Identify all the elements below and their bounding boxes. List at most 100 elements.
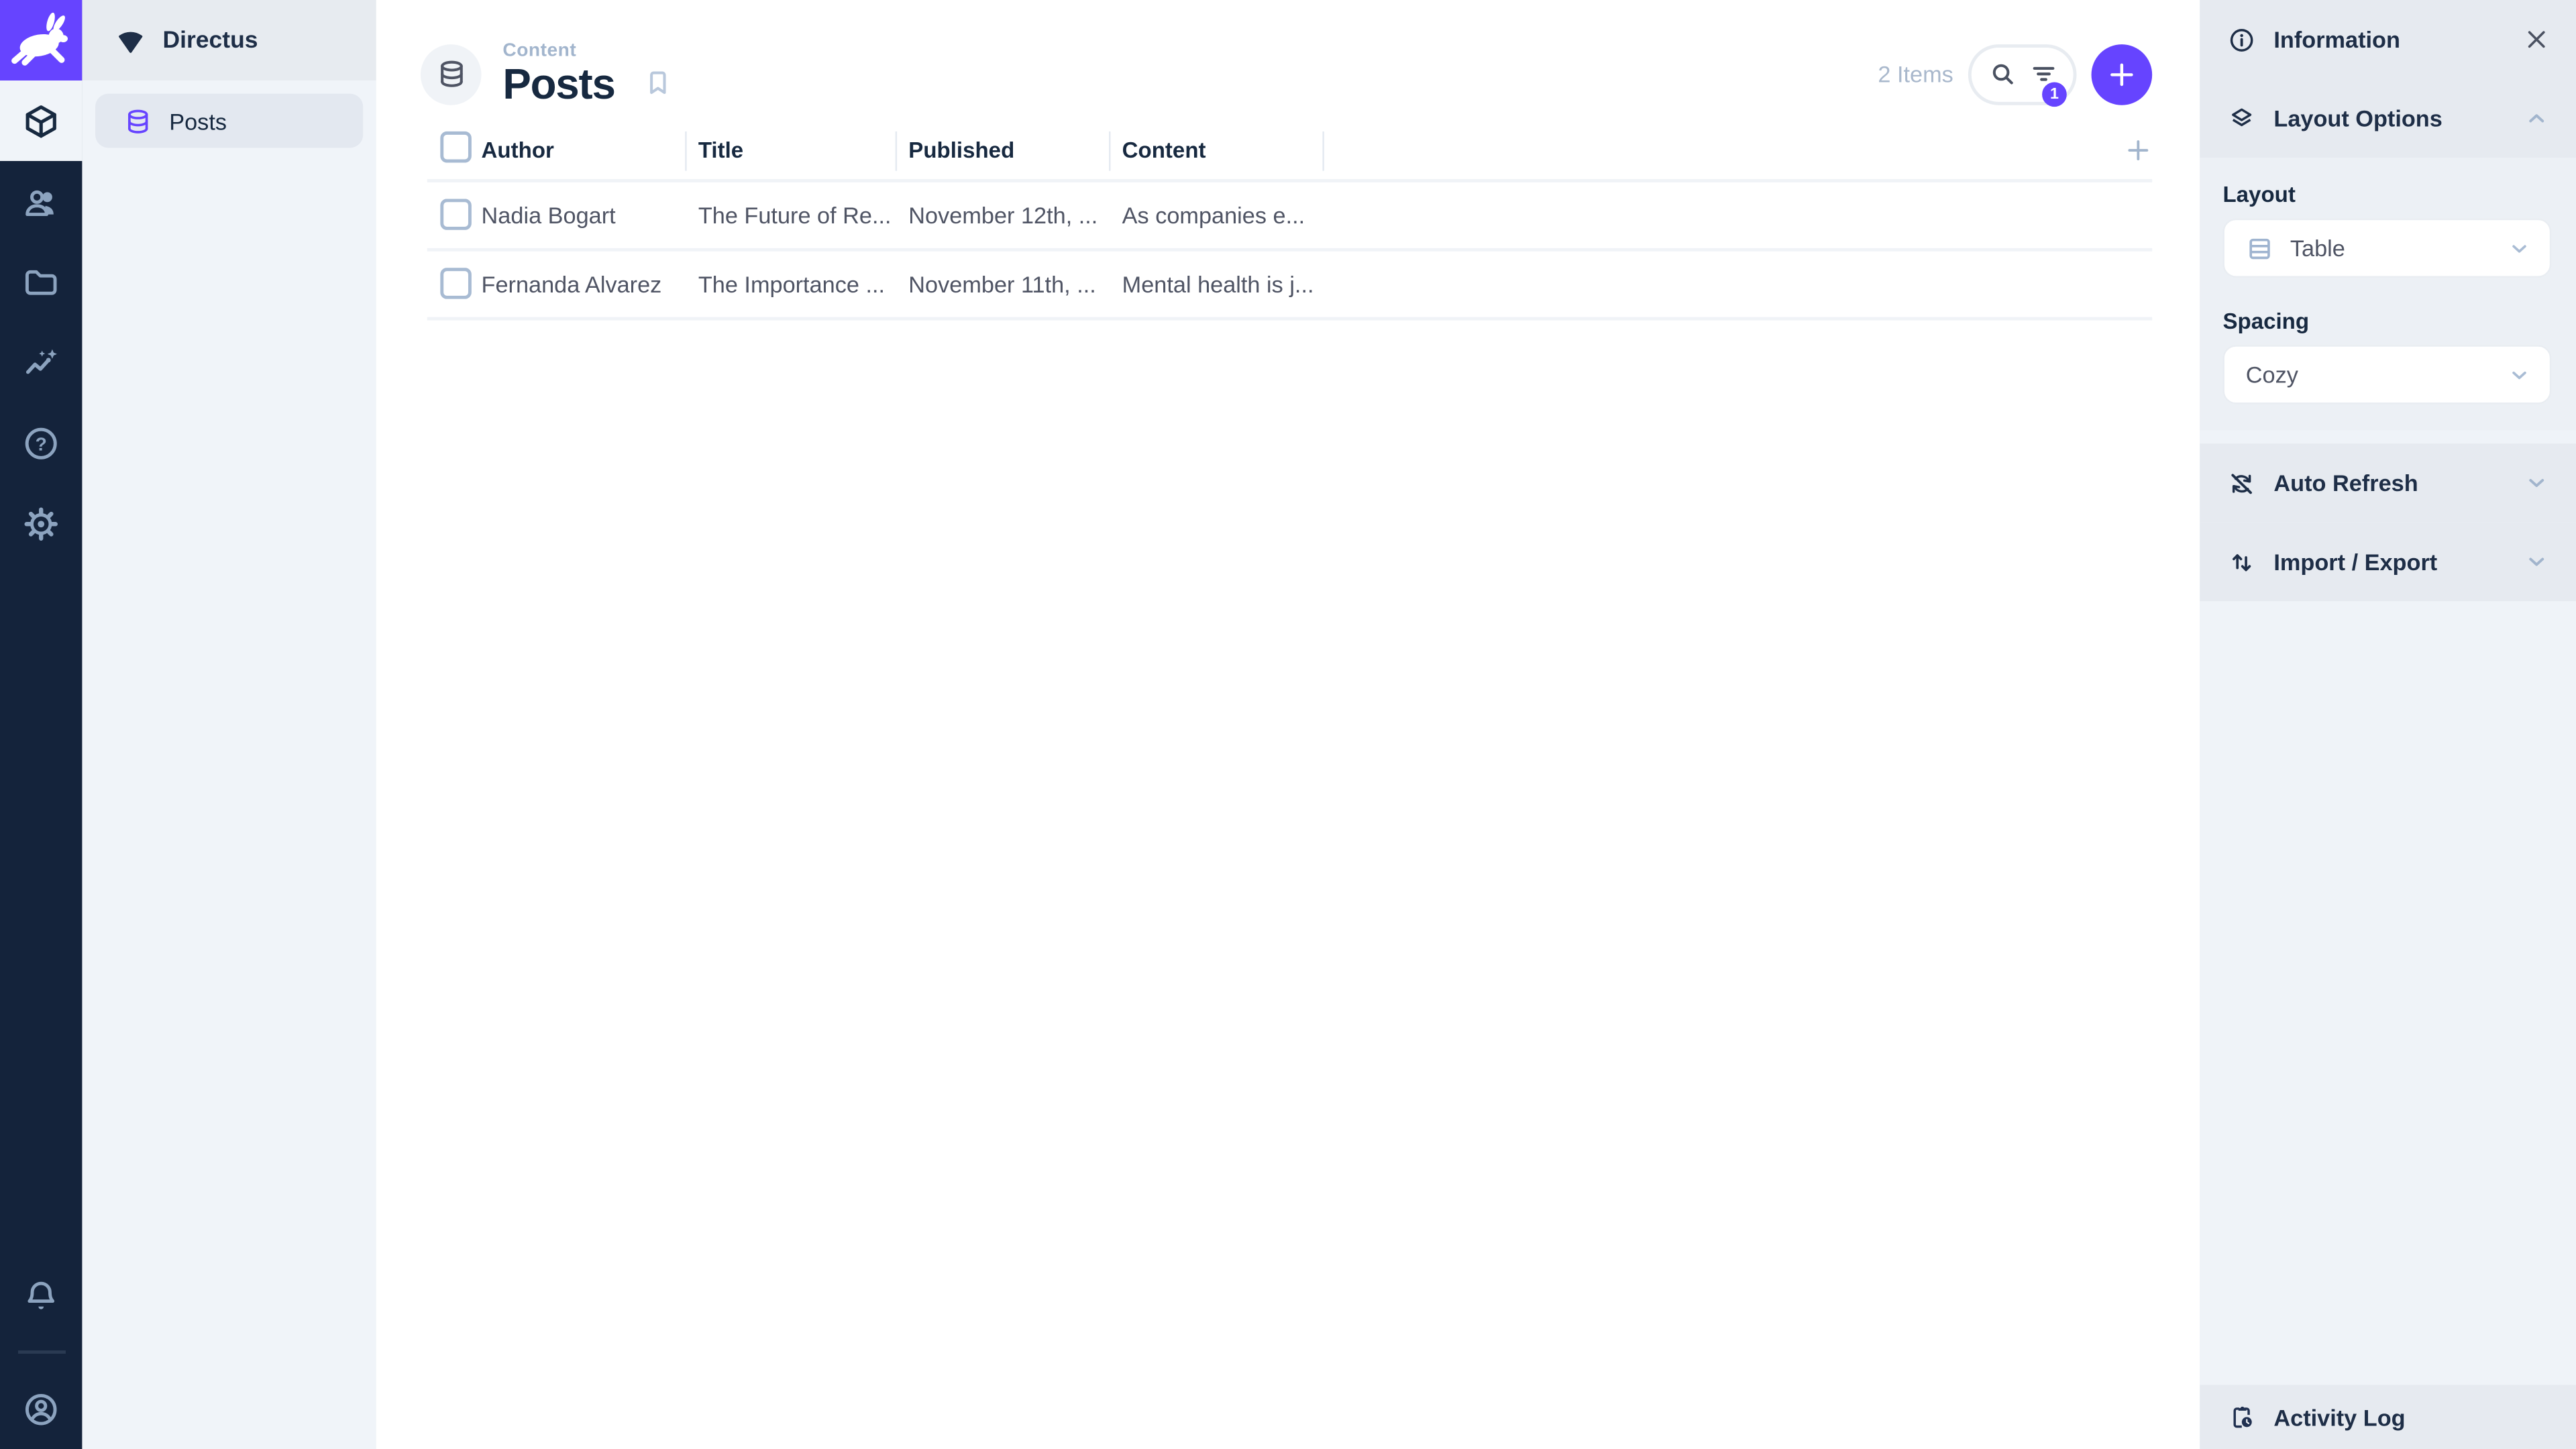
gear-icon [24,506,58,540]
module-bar-divider [17,1350,65,1354]
chevron-down-icon [2512,244,2526,252]
layout-field-label: Layout [2222,182,2296,207]
layout-select[interactable]: Table [2222,218,2552,278]
info-icon [2230,28,2253,51]
module-bar-spacer [0,564,82,1255]
table-header-row: Author Title Published Content [427,123,2152,178]
spacing-select[interactable]: Cozy [2222,345,2552,405]
cell-content: Mental health is j... [1122,270,1314,297]
cell-author: Nadia Bogart [481,201,616,228]
users-icon [25,189,54,215]
info-sidebar: Information Layout Options Layout Table … [2200,0,2576,1449]
module-settings[interactable] [0,483,82,564]
directus-logo[interactable] [0,0,83,81]
header-actions: 2 Items 1 [1878,44,2153,107]
help-icon: ? [25,427,57,459]
main-content: Content Posts 2 Items 1 Author Title Pub… [376,0,2200,1449]
chevron-down-icon [2512,370,2526,379]
chevron-down-icon [2529,478,2544,488]
spacing-field-label: Spacing [2222,309,2310,334]
add-column-button[interactable] [2125,136,2153,164]
page-title: Posts [502,59,616,109]
sidebar-filler [2200,601,2576,1385]
import-export-icon [2233,553,2251,571]
column-header-content[interactable]: Content [1109,130,1324,170]
table-row[interactable]: Nadia Bogart The Future of Re... Novembe… [427,182,2153,251]
sidebar-item-posts[interactable]: Posts [95,93,364,148]
module-files[interactable] [0,241,82,322]
chevron-down-icon [2529,557,2544,566]
directus-app: ? Directus Posts Content Posts 2 Items 1… [0,0,2576,1449]
layout-select-value: Table [2290,235,2345,262]
module-insights[interactable] [0,322,82,402]
table-row[interactable]: Fernanda Alvarez The Importance ... Nove… [427,251,2153,320]
rabbit-logo-icon [11,11,68,65]
cell-title: The Future of Re... [698,201,892,228]
search-filter-pill: 1 [1968,44,2077,107]
select-all-checkbox[interactable] [440,130,472,162]
search-icon[interactable] [1987,60,2017,89]
layers-icon [2232,107,2252,125]
column-header-title[interactable]: Title [685,130,895,170]
project-icon [119,32,143,53]
sidebar-section-information: Information [2200,0,2576,79]
spacing-field: Spacing Cozy [2222,309,2552,405]
table-body: Nadia Bogart The Future of Re... Novembe… [427,178,2153,320]
section-label: Layout Options [2273,105,2443,131]
avatar-icon [25,1393,57,1425]
notifications-button[interactable] [0,1255,82,1336]
row-checkbox[interactable] [440,268,472,299]
sidebar-section-import-export[interactable]: Import / Export [2200,522,2576,602]
module-bar: ? [0,0,83,1449]
plus-icon [2128,140,2149,161]
close-icon[interactable] [2524,26,2550,52]
cell-content: As companies e... [1122,201,1305,228]
column-actions-cell [1324,131,2152,170]
column-header-author[interactable]: Author [482,131,686,170]
user-avatar-button[interactable] [0,1368,82,1449]
cube-icon [25,104,56,138]
nav-sidebar: Directus Posts [82,0,376,1449]
filter-count-badge: 1 [2042,81,2067,107]
collection-icon-button[interactable] [420,44,482,105]
add-item-button[interactable] [2091,44,2153,105]
page-header: Content Posts 2 Items 1 [376,0,2200,108]
chevron-up-icon [2529,114,2544,123]
cell-published: November 11th, ... [908,270,1096,297]
table-layout-icon [2249,237,2270,258]
column-header-published[interactable]: Published [895,130,1109,170]
bookmark-icon [650,71,667,94]
row-select-cell [427,268,482,299]
section-label: Import / Export [2273,548,2438,576]
select-all-cell [427,130,482,170]
project-name: Directus [162,27,258,54]
items-table: Author Title Published Content Nadia Bog… [427,123,2153,320]
items-count: 2 Items [1878,61,1953,88]
bell-icon [28,1281,55,1309]
activity-log-button[interactable]: Activity Log [2200,1385,2576,1449]
cell-author: Fernanda Alvarez [481,270,662,297]
sidebar-section-auto-refresh[interactable]: Auto Refresh [2200,443,2576,523]
sidebar-gap [2200,430,2576,444]
module-help[interactable]: ? [0,402,82,483]
row-checkbox[interactable] [440,199,472,231]
activity-log-icon [2233,1406,2252,1428]
bookmark-button[interactable] [643,67,674,99]
cell-title: The Importance ... [698,270,885,297]
module-users[interactable] [0,161,82,241]
cell-published: November 12th, ... [908,201,1098,228]
section-label: Auto Refresh [2273,470,2418,496]
module-content[interactable] [0,80,83,162]
plus-icon [2110,63,2133,86]
activity-log-label: Activity Log [2273,1403,2406,1430]
sync-disabled-icon [2231,473,2252,494]
project-chooser[interactable]: Directus [82,0,376,81]
insights-icon [25,348,57,374]
sidebar-title: Information [2273,26,2400,53]
row-select-cell [427,199,482,231]
database-icon [439,61,462,88]
nav-item-label: Posts [169,107,227,134]
folder-icon [25,269,57,294]
breadcrumb[interactable]: Content [502,41,614,60]
sidebar-section-layout-options[interactable]: Layout Options [2200,78,2576,158]
